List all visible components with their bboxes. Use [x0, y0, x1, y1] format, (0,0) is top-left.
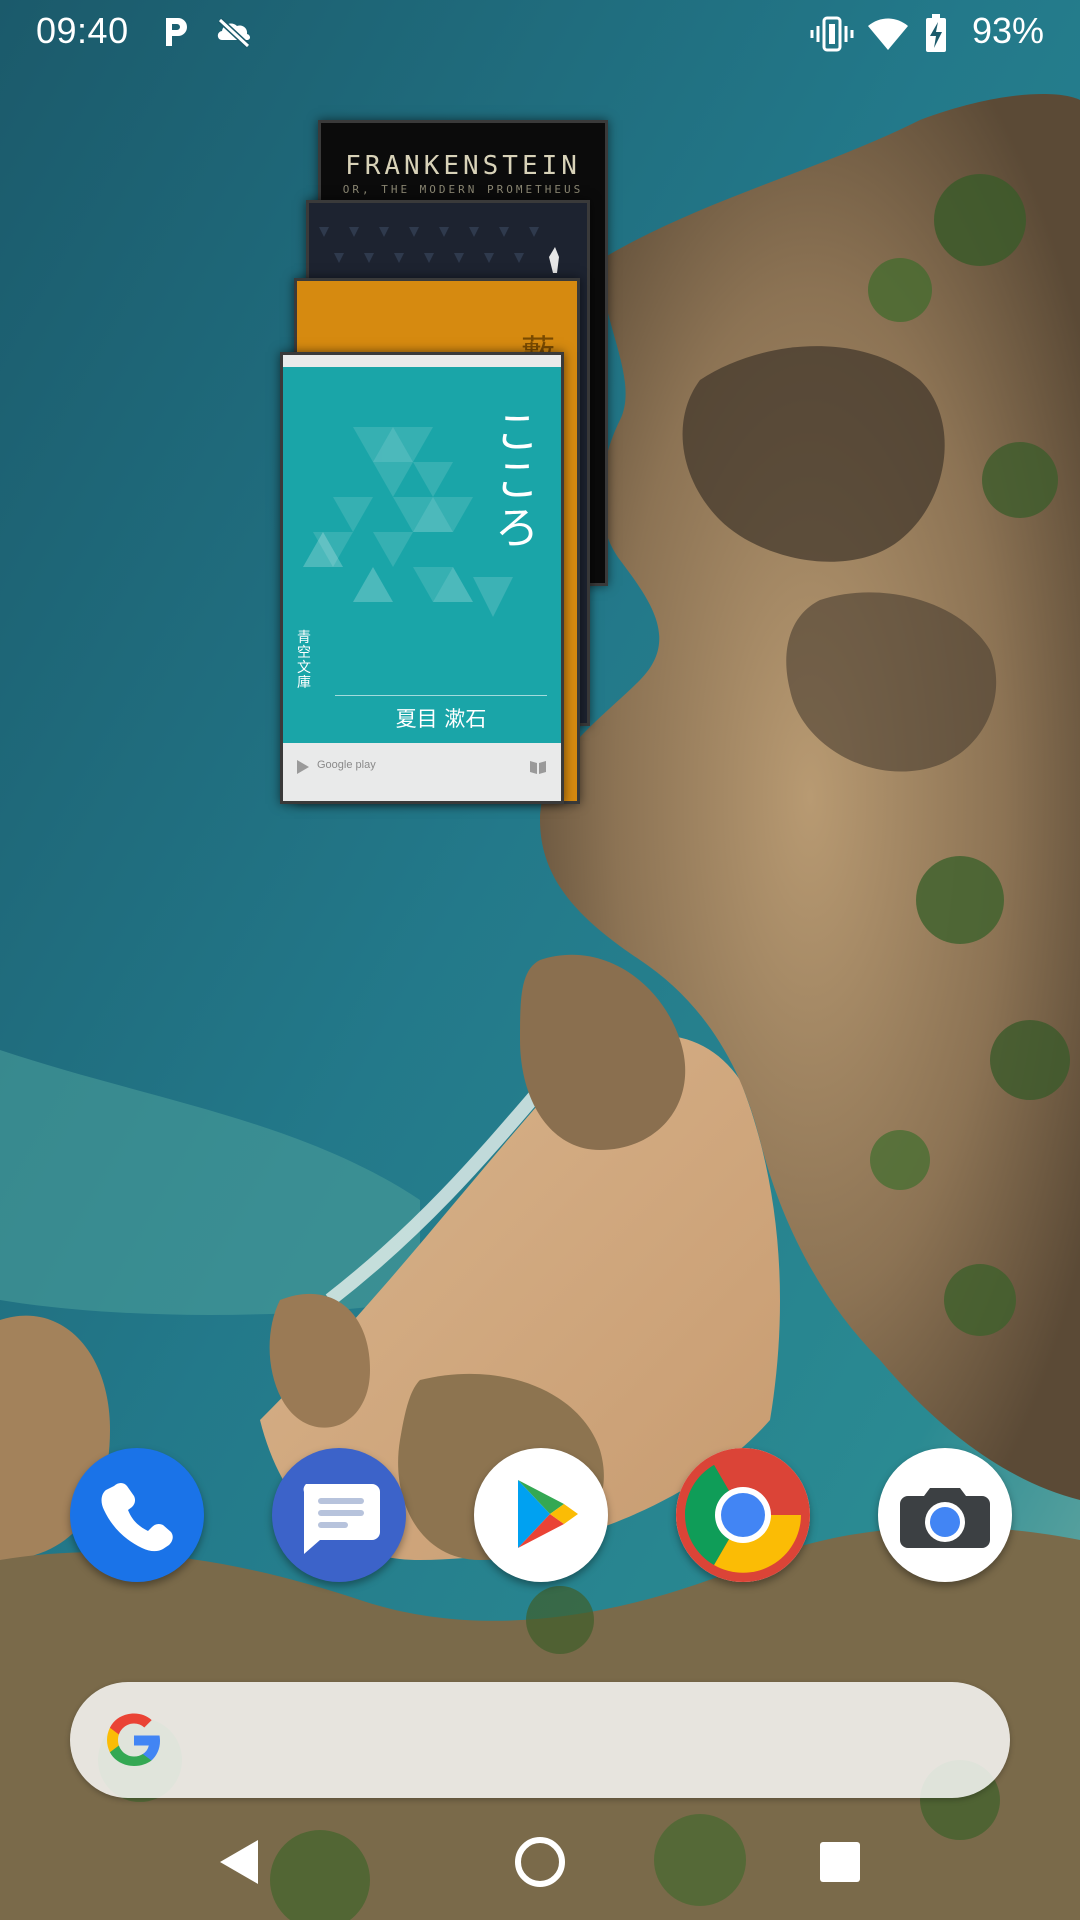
play-store-icon[interactable]	[474, 1448, 608, 1582]
battery-percentage: 93%	[971, 10, 1044, 51]
chrome-icon[interactable]	[676, 1448, 810, 1582]
vibrate-icon	[810, 16, 854, 52]
book-title: FRANKENSTEIN	[345, 151, 581, 181]
messages-glyph	[303, 1484, 380, 1554]
messages-icon[interactable]	[272, 1448, 406, 1582]
phone-icon[interactable]	[70, 1448, 204, 1582]
back-icon[interactable]	[210, 1832, 270, 1892]
book-author: 夏目 漱石	[395, 707, 487, 731]
camera-glyph	[900, 1488, 990, 1548]
navigation-bar	[0, 1800, 1080, 1920]
phone-glyph	[101, 1483, 173, 1552]
parking-p-icon	[166, 18, 187, 46]
divider	[335, 695, 547, 696]
book-icon	[530, 761, 546, 774]
book-series: 青空文庫	[297, 630, 311, 691]
book-stack-widget[interactable]: FRANKENSTEIN OR, THE MODERN PROMETHEUS 藪	[270, 120, 610, 820]
camera-icon[interactable]	[878, 1448, 1012, 1582]
status-bar: 09:40 93%	[0, 0, 1080, 64]
status-time: 09:40	[36, 10, 129, 51]
book-kokoro[interactable]: こころ 青空文庫 夏目 漱石 Google play	[280, 352, 564, 804]
google-g-icon	[107, 1713, 160, 1766]
book-subtitle: OR, THE MODERN PROMETHEUS	[342, 183, 584, 196]
book-title: こころ	[495, 407, 539, 554]
book-cover: こころ 青空文庫 夏目 漱石	[283, 367, 561, 743]
play-store-glyph	[518, 1480, 578, 1548]
home-icon[interactable]	[510, 1832, 570, 1892]
cloud-off-icon	[217, 17, 251, 49]
wifi-icon	[868, 18, 908, 50]
battery-charging-icon	[926, 14, 946, 52]
book-footer: Google play	[283, 745, 561, 795]
play-triangle-icon	[297, 760, 309, 774]
chrome-glyph	[676, 1448, 810, 1582]
recents-icon[interactable]	[810, 1832, 870, 1892]
search-bar[interactable]	[70, 1682, 1010, 1798]
brand-label: Google play	[317, 759, 376, 771]
